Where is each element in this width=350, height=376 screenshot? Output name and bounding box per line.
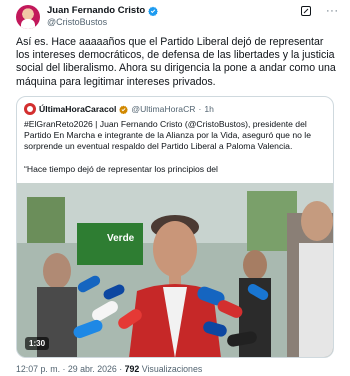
tweet-text: Así es. Hace aaaaaños que el Partido Lib… [16, 36, 336, 88]
video-duration: 1:30 [25, 337, 50, 350]
meta-separator: · [119, 364, 123, 374]
background-sign-text: Verde [107, 233, 135, 244]
meta-separator: · [62, 364, 66, 374]
quoted-separator: · [198, 104, 202, 114]
post-date[interactable]: 29 abr. 2026 [68, 364, 117, 374]
quoted-avatar[interactable] [24, 103, 36, 115]
video-frame: Verde [17, 183, 333, 357]
more-options-icon[interactable]: ··· [326, 5, 339, 17]
post-time[interactable]: 12:07 p. m. [16, 364, 60, 374]
quoted-display-name[interactable]: ÚltimaHoraCaracol [39, 104, 116, 114]
quoted-tweet-header: ÚltimaHoraCaracol @UltimaHoraCR · 1h [24, 102, 214, 116]
quoted-paragraph-2: “Hace tiempo dejó de representar los pri… [24, 163, 218, 174]
quoted-paragraph-1: #ElGranReto2026 | Juan Fernando Cristo (… [24, 119, 311, 152]
quoted-tweet[interactable]: ÚltimaHoraCaracol @UltimaHoraCR · 1h #El… [16, 96, 334, 358]
quoted-timestamp[interactable]: 1h [204, 104, 214, 114]
quoted-tweet-text: #ElGranReto2026 | Juan Fernando Cristo (… [24, 119, 328, 186]
grok-icon[interactable] [300, 5, 312, 17]
verified-badge-icon [119, 105, 129, 114]
views-count[interactable]: 792 [125, 364, 140, 374]
views-label: Visualizaciones [141, 364, 203, 374]
verified-badge-icon [148, 6, 159, 16]
quoted-handle[interactable]: @UltimaHoraCR [131, 104, 195, 114]
tweet-header: Juan Fernando Cristo @CristoBustos ··· [12, 4, 338, 30]
author-handle[interactable]: @CristoBustos [47, 16, 107, 28]
avatar[interactable] [16, 5, 40, 29]
tweet-meta: 12:07 p. m. · 29 abr. 2026 · 792 Visuali… [16, 364, 202, 375]
tweet-container[interactable]: Juan Fernando Cristo @CristoBustos ··· A… [0, 0, 350, 376]
video-player[interactable]: Verde 1:30 [17, 183, 333, 357]
